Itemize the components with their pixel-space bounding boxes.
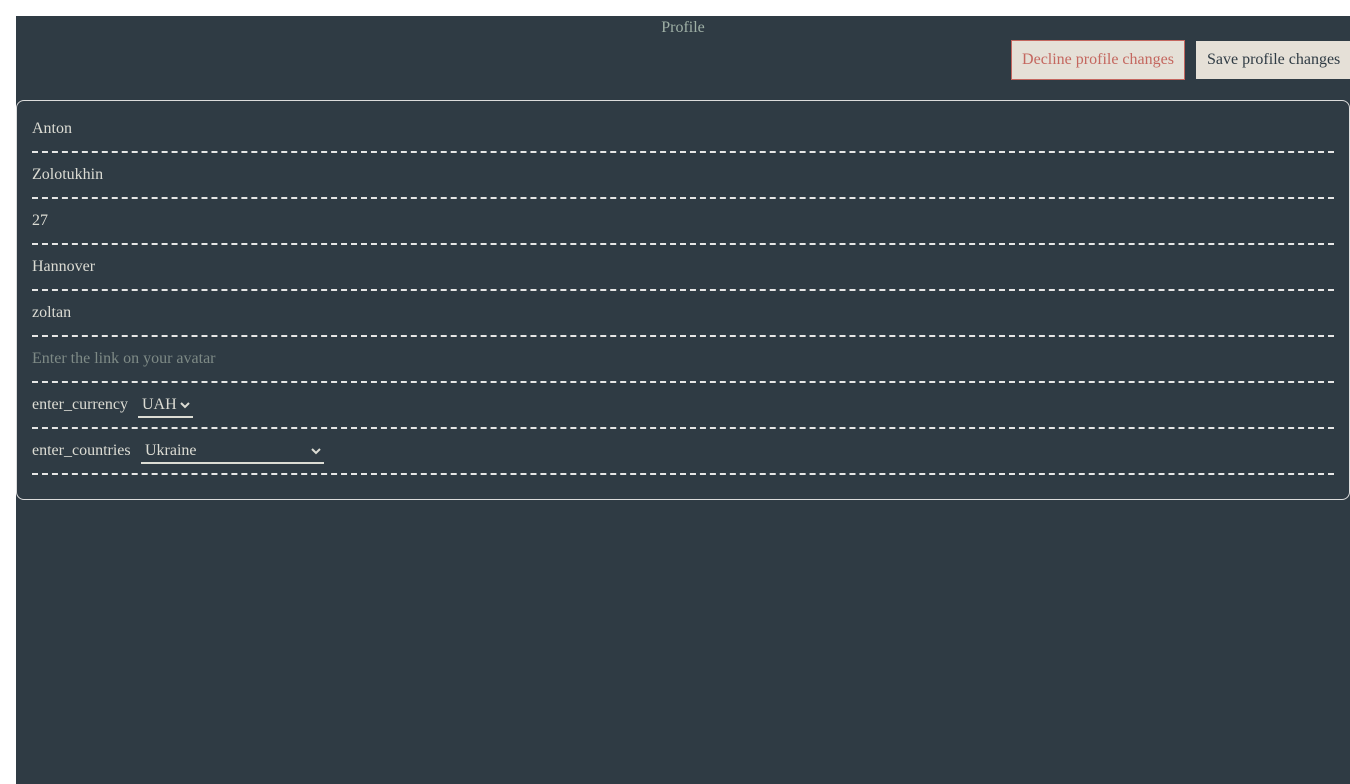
currency-label: enter_currency: [32, 396, 128, 413]
avatar-link-input[interactable]: [32, 347, 1332, 371]
currency-selected-value: UAH: [142, 396, 177, 413]
last-name-input[interactable]: [32, 163, 1332, 187]
last-name-row: [32, 153, 1334, 199]
country-selected-value: Ukraine: [145, 442, 197, 459]
profile-page: Profile Decline profile changes Save pro…: [16, 16, 1350, 784]
currency-select[interactable]: UAH: [138, 394, 193, 418]
first-name-input[interactable]: [32, 117, 1332, 141]
country-select[interactable]: Ukraine: [141, 440, 324, 464]
chevron-down-icon: [311, 448, 321, 455]
currency-row: enter_currency UAH: [32, 383, 1334, 429]
username-row: [32, 291, 1334, 337]
city-input[interactable]: [32, 255, 1332, 279]
page-title: Profile: [661, 19, 705, 36]
first-name-row: [32, 107, 1334, 153]
decline-changes-button[interactable]: Decline profile changes: [1011, 40, 1185, 80]
chevron-down-icon: [180, 402, 190, 409]
city-row: [32, 245, 1334, 291]
avatar-row: [32, 337, 1334, 383]
profile-form: enter_currency UAH enter_countries Ukrai…: [16, 100, 1350, 500]
save-changes-button[interactable]: Save profile changes: [1196, 41, 1350, 79]
username-input[interactable]: [32, 301, 1332, 325]
age-input[interactable]: [32, 209, 1332, 233]
country-row: enter_countries Ukraine: [32, 429, 1334, 475]
country-label: enter_countries: [32, 442, 131, 459]
age-row: [32, 199, 1334, 245]
